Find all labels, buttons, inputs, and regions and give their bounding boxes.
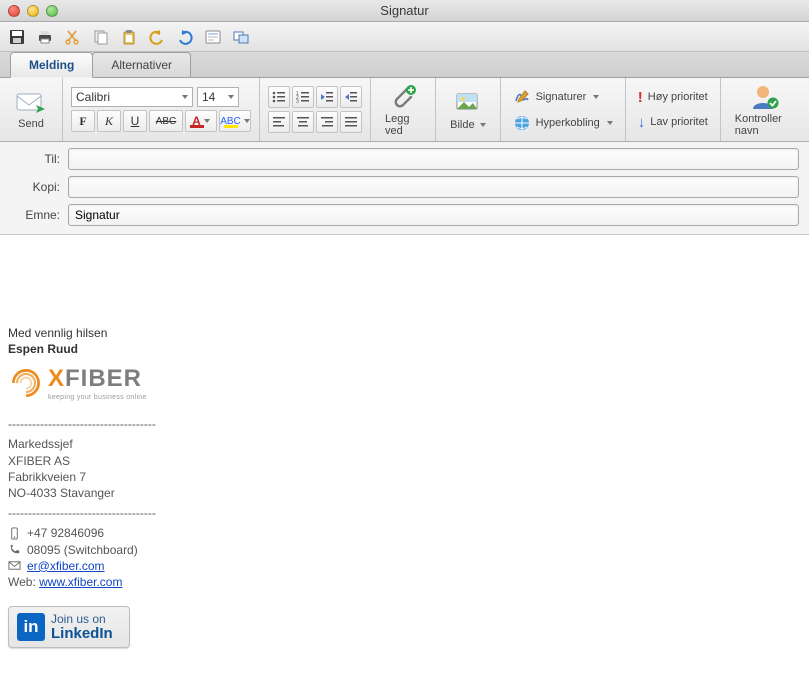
sig-address2: NO-4033 Stavanger: [8, 485, 801, 501]
font-size-select[interactable]: 14: [197, 87, 239, 107]
form-icon[interactable]: [202, 26, 224, 48]
sig-phone-line: 08095 (Switchboard): [8, 542, 801, 558]
copy-icon[interactable]: [90, 26, 112, 48]
highlight-button[interactable]: ABC: [219, 110, 251, 132]
indent-button[interactable]: [340, 86, 362, 108]
cc-label: Kopi:: [10, 180, 68, 194]
ribbon-group-image: Bilde: [436, 78, 500, 141]
subject-label: Emne:: [10, 208, 68, 222]
font-color-button[interactable]: A: [185, 110, 217, 132]
cc-field[interactable]: [68, 176, 799, 198]
ribbon-group-attach: Legg ved: [371, 78, 436, 141]
chevron-down-icon: [593, 95, 599, 99]
print-icon[interactable]: [34, 26, 56, 48]
send-button[interactable]: Send: [8, 88, 54, 132]
chevron-down-icon: [182, 95, 188, 99]
attach-label: Legg ved: [385, 113, 421, 137]
chevron-down-icon: [204, 119, 210, 123]
mail-icon: [8, 559, 21, 572]
outdent-button[interactable]: [316, 86, 338, 108]
xfiber-logo: XFIBER keeping your business online: [8, 363, 801, 402]
attach-button[interactable]: Legg ved: [379, 81, 427, 139]
align-center-button[interactable]: [292, 111, 314, 133]
undo-icon[interactable]: [146, 26, 168, 48]
ribbon-tabs: Melding Alternativer: [0, 52, 809, 78]
redo-icon[interactable]: [174, 26, 196, 48]
ribbon-group-font: Calibri 14 F K U ABC A ABC: [63, 78, 260, 141]
sig-email-line: er@xfiber.com: [8, 558, 801, 574]
exclamation-icon: !: [638, 89, 643, 106]
to-field[interactable]: [68, 148, 799, 170]
save-icon[interactable]: [6, 26, 28, 48]
chevron-down-icon: [228, 95, 234, 99]
window-titlebar: Signatur: [0, 0, 809, 22]
bold-button[interactable]: F: [71, 110, 95, 132]
subject-field[interactable]: [68, 204, 799, 226]
high-priority-button[interactable]: ! Høy prioritet: [634, 87, 712, 108]
sig-company: XFIBER AS: [8, 453, 801, 469]
sig-address1: Fabrikkveien 7: [8, 469, 801, 485]
to-label: Til:: [10, 152, 68, 166]
paste-icon[interactable]: [118, 26, 140, 48]
quick-toolbar: [0, 22, 809, 52]
svg-text:3: 3: [296, 99, 299, 104]
signatures-button[interactable]: Signaturer: [509, 86, 604, 108]
chevron-down-icon: [607, 121, 613, 125]
ribbon-group-send: Send: [0, 78, 63, 141]
strikethrough-button[interactable]: ABC: [149, 110, 183, 132]
ribbon-group-names: Kontroller navn: [721, 78, 809, 141]
font-name-select[interactable]: Calibri: [71, 87, 193, 107]
align-justify-button[interactable]: [340, 111, 362, 133]
numbering-button[interactable]: 123: [292, 86, 314, 108]
image-button[interactable]: Bilde: [444, 87, 491, 133]
ribbon-group-links: Signaturer Hyperkobling: [501, 78, 626, 141]
send-label: Send: [18, 118, 44, 130]
sig-title: Markedssjef: [8, 436, 801, 452]
windows-icon[interactable]: [230, 26, 252, 48]
check-names-button[interactable]: Kontroller navn: [729, 81, 801, 139]
cut-icon[interactable]: [62, 26, 84, 48]
tab-melding[interactable]: Melding: [10, 52, 93, 78]
sig-name: Espen Ruud: [8, 341, 801, 357]
hyperlink-button[interactable]: Hyperkobling: [509, 112, 617, 134]
tab-alternativer[interactable]: Alternativer: [92, 52, 191, 77]
low-priority-button[interactable]: ↓ Lav prioritet: [634, 112, 712, 133]
sig-mobile-line: +47 92846096: [8, 525, 801, 541]
underline-button[interactable]: U: [123, 110, 147, 132]
ribbon: Send Calibri 14 F K U ABC A ABC: [0, 78, 809, 142]
sig-greeting: Med vennlig hilsen: [8, 325, 801, 341]
bullets-button[interactable]: [268, 86, 290, 108]
image-label: Bilde: [450, 119, 474, 131]
minimize-window-button[interactable]: [27, 5, 39, 17]
message-headers: Til: Kopi: Emne:: [0, 142, 809, 235]
swirl-icon: [8, 365, 44, 401]
zoom-window-button[interactable]: [46, 5, 58, 17]
phone-icon: [8, 543, 21, 556]
window-controls: [0, 5, 58, 17]
divider-line: -------------------------------------: [8, 416, 801, 432]
sig-web-line: Web: www.xfiber.com: [8, 574, 801, 590]
mobile-icon: [8, 527, 21, 540]
ribbon-group-priority: ! Høy prioritet ↓ Lav prioritet: [626, 78, 721, 141]
chevron-down-icon: [480, 123, 486, 127]
ribbon-group-paragraph: 123: [260, 78, 371, 141]
arrow-down-icon: ↓: [638, 114, 646, 131]
divider-line: -------------------------------------: [8, 505, 801, 521]
align-left-button[interactable]: [268, 111, 290, 133]
linkedin-badge[interactable]: in Join us on LinkedIn: [8, 606, 130, 648]
sig-web-link[interactable]: www.xfiber.com: [39, 575, 122, 589]
message-body[interactable]: Med vennlig hilsen Espen Ruud XFIBER kee…: [0, 235, 809, 688]
align-right-button[interactable]: [316, 111, 338, 133]
check-names-label: Kontroller navn: [735, 113, 795, 137]
close-window-button[interactable]: [8, 5, 20, 17]
italic-button[interactable]: K: [97, 110, 121, 132]
linkedin-icon: in: [17, 613, 45, 641]
window-title: Signatur: [0, 3, 809, 18]
sig-email-link[interactable]: er@xfiber.com: [27, 558, 105, 574]
chevron-down-icon: [244, 119, 250, 123]
